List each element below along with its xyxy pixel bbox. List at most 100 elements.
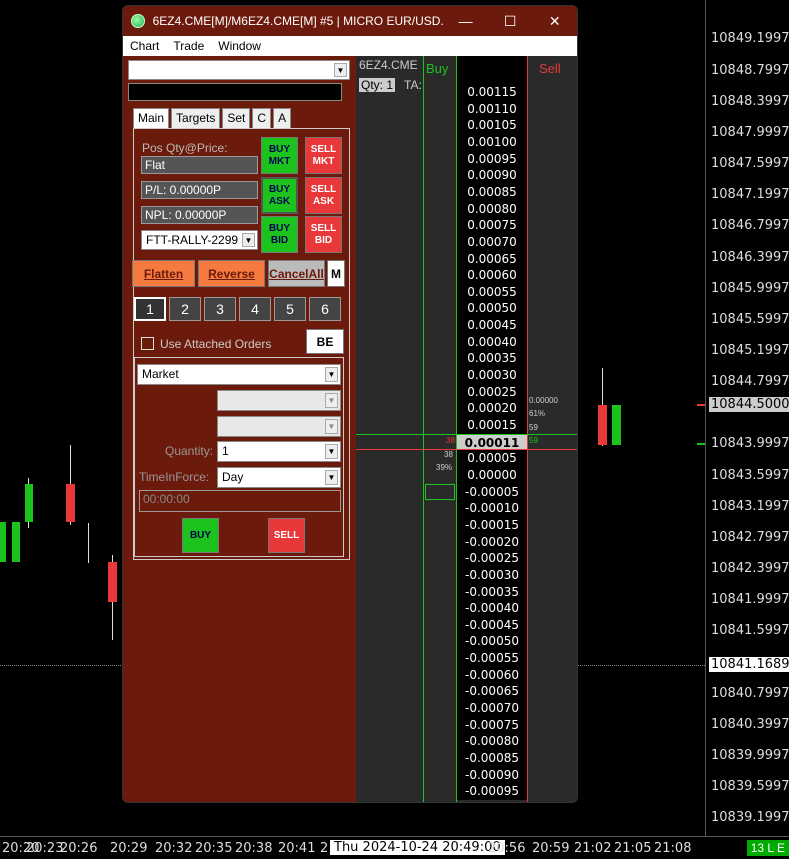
sell-mkt-button[interactable]: SELL MKT <box>305 137 342 174</box>
reverse-button[interactable]: Reverse <box>198 260 265 287</box>
dom-row[interactable]: 0.00095 <box>356 150 577 168</box>
dom-row[interactable]: -0.00005 <box>356 483 577 501</box>
qty-preset-2[interactable]: 2 <box>169 297 201 321</box>
dom-row[interactable]: 0.00050 <box>356 300 577 318</box>
dom-row[interactable]: -0.00015 <box>356 516 577 534</box>
dom-row[interactable]: -0.00045 <box>356 616 577 634</box>
be-button[interactable]: BE <box>306 329 344 354</box>
qty-preset-1[interactable]: 1 <box>134 297 166 321</box>
dom-row[interactable]: 0.00045 <box>356 317 577 334</box>
depth-of-market[interactable]: 6EZ4.CME Qty: 1 TA: Buy Sell 0.00000 61%… <box>356 56 577 802</box>
strategy-dropdown[interactable]: FTT-RALLY-2299 ▼ <box>141 230 258 250</box>
dom-row[interactable]: 0.00040 <box>356 333 577 351</box>
dom-row[interactable]: -0.00095 <box>356 783 577 800</box>
qty-preset-5[interactable]: 5 <box>274 297 306 321</box>
dom-window[interactable]: 6EZ4.CME[M]/M6EZ4.CME[M] #5 | MICRO EUR/… <box>122 5 578 803</box>
dom-row[interactable]: -0.00010 <box>356 500 577 517</box>
dom-row[interactable]: 0.00100 <box>356 133 577 151</box>
dom-row[interactable]: 0.00110 <box>356 100 577 118</box>
buy-column-header[interactable]: Buy <box>426 61 448 76</box>
sell-button[interactable]: SELL <box>268 518 305 553</box>
qty-preset-6[interactable]: 6 <box>309 297 341 321</box>
dom-row[interactable]: 0.00000 <box>356 466 577 484</box>
dom-row[interactable]: -0.00020 <box>356 533 577 551</box>
candle <box>108 562 117 602</box>
tab-a[interactable]: A <box>273 108 292 129</box>
use-attached-orders-checkbox[interactable] <box>141 337 154 350</box>
cancel-all-button[interactable]: CancelAll <box>268 260 325 287</box>
dom-row[interactable]: 0.00115 <box>356 84 577 101</box>
dom-row[interactable]: -0.00080 <box>356 733 577 751</box>
dom-row[interactable]: -0.00060 <box>356 666 577 684</box>
menu-window[interactable]: Window <box>211 39 268 53</box>
dom-symbol: 6EZ4.CME <box>359 58 418 72</box>
dom-row[interactable]: -0.00085 <box>356 750 577 767</box>
close-button[interactable]: ✕ <box>532 13 577 30</box>
tab-c[interactable]: C <box>252 108 272 129</box>
buy-ask-button[interactable]: BUY ASK <box>261 177 298 214</box>
tif-dropdown[interactable]: Day ▼ <box>217 467 341 488</box>
sell-bid-button[interactable]: SELL BID <box>305 216 342 253</box>
dom-row[interactable]: -0.00035 <box>356 583 577 601</box>
qty-preset-4[interactable]: 4 <box>239 297 271 321</box>
tab-main[interactable]: Main <box>133 108 170 129</box>
maximize-button[interactable]: ☐ <box>488 13 533 30</box>
candle <box>12 522 20 562</box>
dom-row[interactable]: 0.00025 <box>356 383 577 401</box>
dom-row[interactable]: 0.00015 <box>356 417 577 434</box>
m-button[interactable]: M <box>327 260 345 287</box>
buy-bid-button[interactable]: BUY BID <box>261 216 298 253</box>
buy-button[interactable]: BUY <box>182 518 219 553</box>
price-axis-label: 10846.39973 <box>711 250 789 265</box>
sell-ask-button[interactable]: SELL ASK <box>305 177 342 214</box>
dom-price: 0.00060 <box>457 267 527 284</box>
dom-row[interactable]: -0.00065 <box>356 683 577 701</box>
dom-row[interactable]: 0.00065 <box>356 250 577 268</box>
minimize-button[interactable]: — <box>443 13 488 29</box>
dom-row[interactable]: 0.00030 <box>356 367 577 384</box>
buy-mkt-button[interactable]: BUY MKT <box>261 137 298 174</box>
tab-targets[interactable]: Targets <box>171 108 221 129</box>
dom-row[interactable]: 0.00090 <box>356 167 577 184</box>
menu-trade[interactable]: Trade <box>166 39 211 53</box>
flatten-button[interactable]: Flatten <box>132 260 195 287</box>
dom-row[interactable]: 0.00105 <box>356 117 577 134</box>
dom-price: -0.00070 <box>457 700 527 717</box>
dom-row[interactable]: 0.00060 <box>356 267 577 284</box>
dom-row[interactable]: 0.00035 <box>356 350 577 368</box>
dom-price: 0.00040 <box>457 333 527 351</box>
time-axis[interactable]: 13 L E 20:20 20:23 20:26 20:29 20:32 20:35 20:… <box>0 836 789 859</box>
dom-row[interactable]: 0.00085 <box>356 183 577 201</box>
dom-row[interactable]: -0.00075 <box>356 716 577 734</box>
sell-column-header[interactable]: Sell <box>539 61 561 76</box>
chevron-down-icon: ▼ <box>325 393 338 408</box>
qty-preset-3[interactable]: 3 <box>204 297 236 321</box>
tab-set[interactable]: Set <box>222 108 251 129</box>
dom-row[interactable]: -0.00055 <box>356 650 577 667</box>
dom-price: 0.00110 <box>457 100 527 118</box>
dom-row[interactable]: 0.00055 <box>356 283 577 301</box>
quantity-dropdown[interactable]: 1 ▼ <box>217 441 341 462</box>
dom-row[interactable]: -0.00090 <box>356 766 577 784</box>
account-dropdown[interactable]: ▼ <box>128 60 350 80</box>
price-axis-label: 10846.79973 <box>711 218 789 233</box>
price-axis[interactable]: 10849.19973 10848.79973 10848.39973 10847.9… <box>705 0 789 836</box>
time-field[interactable]: 00:00:00 <box>139 490 341 512</box>
order-type-dropdown[interactable]: Market ▼ <box>137 364 341 385</box>
price-axis-label: 10844.79973 <box>711 374 789 389</box>
titlebar[interactable]: 6EZ4.CME[M]/M6EZ4.CME[M] #5 | MICRO EUR/… <box>123 6 577 36</box>
dom-row[interactable]: -0.00030 <box>356 566 577 584</box>
dom-row[interactable]: -0.00040 <box>356 600 577 617</box>
dom-row[interactable]: 0.00005 <box>356 450 577 467</box>
dom-row[interactable]: -0.00025 <box>356 550 577 567</box>
dom-row[interactable]: 0.00070 <box>356 233 577 251</box>
dom-row[interactable]: 0.00080 <box>356 200 577 218</box>
npl-field: NPL: 0.00000P <box>141 206 258 224</box>
menu-chart[interactable]: Chart <box>123 39 166 53</box>
dom-row[interactable]: 0.00075 <box>356 217 577 234</box>
dom-row[interactable]: -0.00070 <box>356 700 577 717</box>
price-header <box>457 56 527 84</box>
dom-row[interactable]: 0.00011 <box>356 433 577 451</box>
dom-row[interactable]: -0.00050 <box>356 633 577 651</box>
dom-row[interactable]: 0.00020 <box>356 400 577 418</box>
